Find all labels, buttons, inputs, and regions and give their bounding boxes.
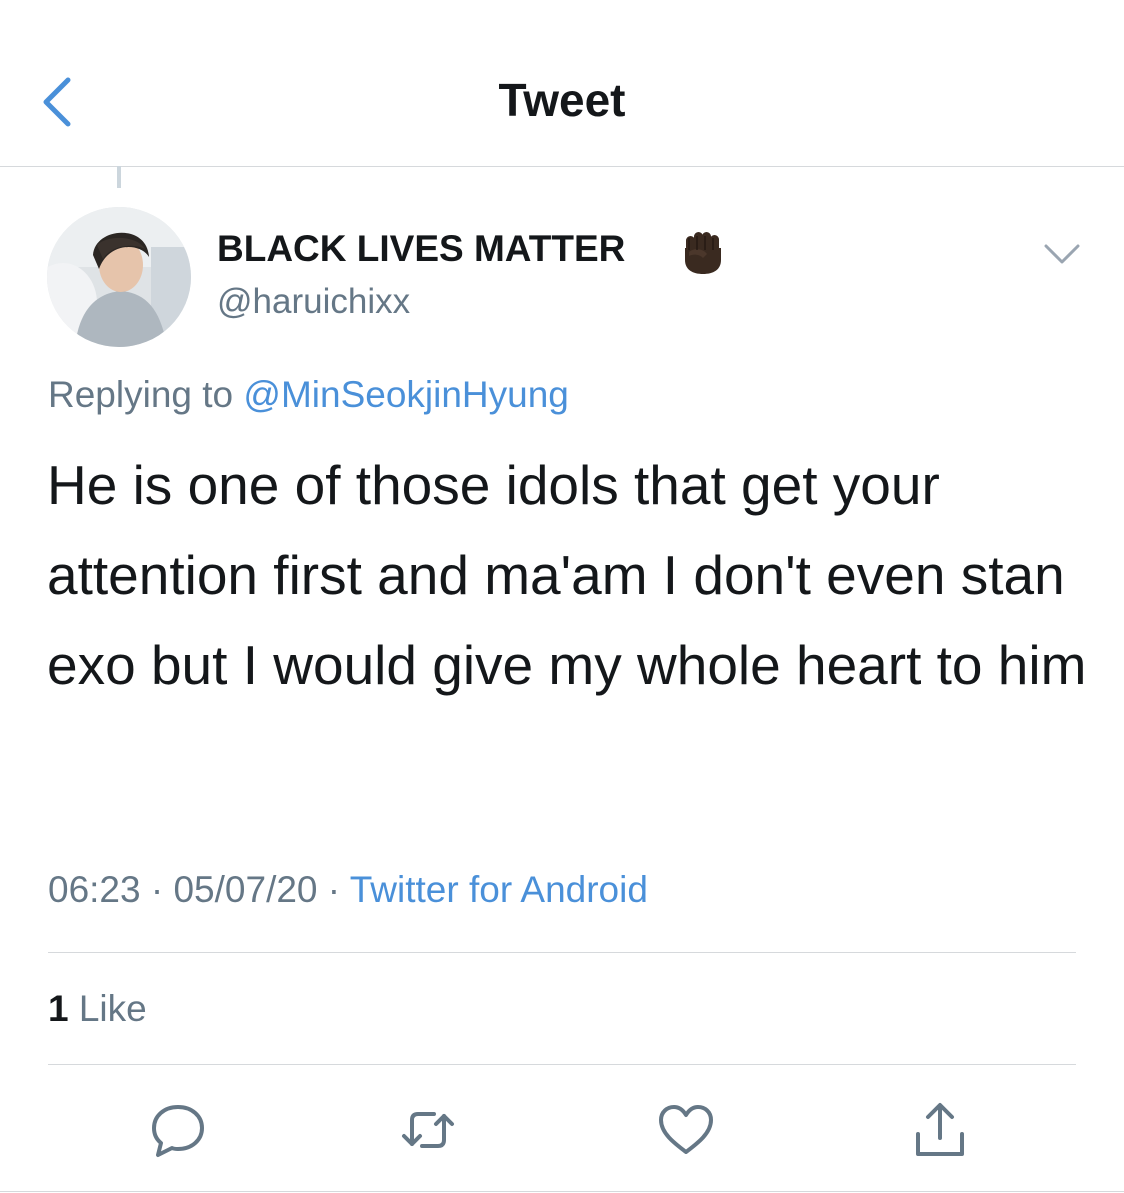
meta-separator: · bbox=[150, 869, 164, 910]
chevron-down-icon bbox=[1044, 244, 1080, 264]
replying-to-link[interactable]: @MinSeokjinHyung bbox=[243, 374, 568, 415]
reply-icon bbox=[152, 1105, 204, 1157]
tweet-metadata: 06:23 · 05/07/20 · Twitter for Android bbox=[48, 869, 648, 911]
top-nav-bar: Tweet bbox=[0, 0, 1124, 167]
divider bbox=[48, 1064, 1076, 1065]
like-button[interactable] bbox=[656, 1100, 716, 1160]
share-button[interactable] bbox=[910, 1100, 970, 1160]
user-handle[interactable]: @haruichixx bbox=[217, 282, 410, 322]
meta-separator: · bbox=[327, 869, 341, 910]
heart-icon bbox=[659, 1105, 713, 1154]
raised-fist-emoji-icon bbox=[685, 232, 721, 274]
replying-to-prefix: Replying to bbox=[48, 374, 234, 415]
tweet-source-link[interactable]: Twitter for Android bbox=[350, 869, 648, 910]
page-title: Tweet bbox=[498, 74, 626, 126]
tweet-date: 05/07/20 bbox=[173, 869, 318, 910]
tweet-time: 06:23 bbox=[48, 869, 141, 910]
likes-label: Like bbox=[78, 988, 147, 1029]
likes-count: 1 bbox=[48, 988, 69, 1029]
divider bbox=[48, 952, 1076, 953]
retweet-icon bbox=[402, 1112, 454, 1148]
retweet-button[interactable] bbox=[398, 1100, 458, 1160]
reply-button[interactable] bbox=[148, 1100, 208, 1160]
replying-to-line: Replying to @MinSeokjinHyung bbox=[48, 374, 569, 416]
display-name[interactable]: BLACK LIVES MATTER bbox=[217, 228, 625, 270]
tweet-text: He is one of those idols that get your a… bbox=[47, 454, 1087, 696]
likes-count-link[interactable]: 1 Like bbox=[48, 988, 147, 1030]
thread-connector-line bbox=[117, 166, 121, 188]
avatar[interactable] bbox=[47, 207, 191, 347]
tweet-options-button[interactable] bbox=[1040, 238, 1084, 268]
share-icon bbox=[916, 1103, 964, 1156]
divider bbox=[0, 1191, 1124, 1192]
